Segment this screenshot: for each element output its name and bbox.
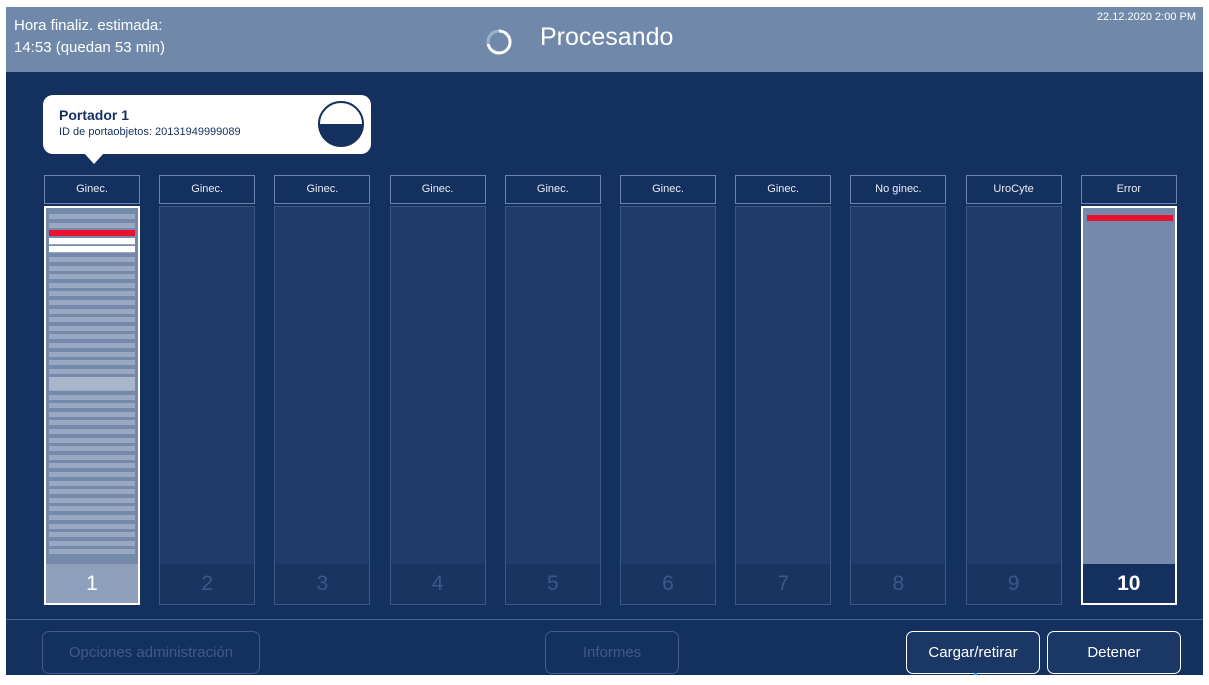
fill-level-icon	[318, 101, 364, 147]
admin-options-button[interactable]: Opciones administración	[42, 631, 260, 674]
carrier-5[interactable]: Ginec. 5	[504, 175, 601, 605]
carrier-10[interactable]: Error 10	[1080, 175, 1177, 605]
slide-processed	[49, 246, 135, 252]
carrier-type-label: Ginec.	[159, 175, 256, 204]
carrier-7[interactable]: Ginec. 7	[735, 175, 832, 605]
carrier-slots	[735, 206, 832, 564]
slide-slot	[49, 463, 135, 469]
slide-slot	[49, 403, 135, 409]
divider	[6, 619, 1203, 620]
carrier-type-label: Ginec.	[504, 175, 601, 204]
slide-slot	[49, 437, 135, 443]
carrier-number: 5	[504, 564, 601, 605]
load-unload-button[interactable]: Cargar/retirar	[906, 631, 1040, 674]
slide-slot	[49, 291, 135, 297]
slide-slot	[49, 515, 135, 520]
carrier-number: 3	[274, 564, 371, 605]
error-slide-strip	[1086, 215, 1173, 221]
slide-slot	[49, 532, 135, 538]
carrier-number: 4	[389, 564, 486, 605]
carrier-slots	[620, 206, 716, 564]
carrier-slots	[965, 206, 1062, 564]
carrier-3[interactable]: Ginec. 3	[274, 175, 371, 605]
reports-button[interactable]: Informes	[545, 631, 679, 674]
carrier-slots	[389, 206, 486, 564]
slide-slot	[49, 472, 135, 477]
carrier-type-label: Ginec.	[735, 175, 832, 204]
slide-slot	[49, 394, 135, 400]
carrier-8[interactable]: No ginec. 8	[850, 175, 947, 605]
carrier-slots	[850, 206, 947, 564]
slide-slot	[49, 274, 135, 280]
slide-id-text: ID de portaobjetos: 20131949999089	[59, 126, 241, 138]
carrier-type-label: Ginec.	[44, 175, 140, 204]
carrier-number: 8	[850, 564, 947, 605]
slide-slot	[49, 343, 135, 348]
carrier-slots	[44, 206, 140, 564]
estimated-finish-value: 14:53 (quedan 53 min)	[14, 39, 165, 56]
carrier-2[interactable]: Ginec. 2	[159, 175, 256, 605]
slide-slot	[49, 360, 135, 366]
slide-slot	[49, 317, 135, 323]
slide-slot	[49, 334, 135, 340]
slide-slot	[49, 222, 135, 228]
slide-slot	[49, 368, 135, 374]
carrier-6[interactable]: Ginec. 6	[620, 175, 716, 605]
slide-slot	[49, 480, 135, 486]
slide-slot	[49, 214, 135, 219]
slide-slot	[49, 257, 135, 262]
carrier-type-label: No ginec.	[850, 175, 947, 204]
slide-slot	[49, 540, 135, 546]
slide-slot	[49, 325, 135, 331]
datetime-display: 22.12.2020 2:00 PM	[1096, 11, 1196, 23]
carrier-number: 10	[1080, 564, 1177, 605]
app-screen: Hora finaliz. estimada: 14:53 (quedan 53…	[6, 7, 1203, 675]
carrier-1[interactable]: Ginec. 1	[44, 175, 140, 605]
slide-highlight	[49, 377, 135, 390]
page-title: Procesando	[540, 23, 674, 51]
slide-slot	[49, 454, 135, 460]
status-bar: Hora finaliz. estimada: 14:53 (quedan 53…	[6, 7, 1203, 72]
slide-slot	[49, 489, 135, 495]
carrier-number: 7	[735, 564, 832, 605]
carrier-4[interactable]: Ginec. 4	[389, 175, 486, 605]
slide-slot	[49, 282, 135, 288]
carrier-info-popup: Portador 1 ID de portaobjetos: 201319499…	[43, 95, 371, 164]
carrier-9[interactable]: UroCyte 9	[965, 175, 1062, 605]
slide-slot	[49, 549, 135, 555]
slide-slot	[49, 420, 135, 426]
slide-slot	[49, 497, 135, 503]
slide-slot	[49, 429, 135, 434]
carrier-slots	[1080, 206, 1177, 564]
carrier-number: 2	[159, 564, 256, 605]
slide-error	[49, 230, 135, 236]
carrier-slots	[159, 206, 256, 564]
slide-slot	[49, 446, 135, 452]
carrier-number: 9	[965, 564, 1062, 605]
estimated-finish-label: Hora finaliz. estimada:	[14, 17, 163, 34]
stop-button[interactable]: Detener	[1047, 631, 1181, 674]
slide-slot	[49, 308, 135, 314]
slide-slot	[49, 351, 135, 357]
slide-slot	[49, 411, 135, 417]
carrier-type-label: Ginec.	[620, 175, 716, 204]
popup-title: Portador 1	[59, 107, 130, 123]
popup-pointer	[84, 153, 104, 164]
carrier-type-label: UroCyte	[965, 175, 1062, 204]
slide-slot	[49, 300, 135, 305]
spinner-icon	[486, 29, 512, 55]
slide-slot	[49, 506, 135, 512]
carrier-number: 6	[620, 564, 716, 605]
slide-slot	[49, 523, 135, 529]
carrier-type-label: Ginec.	[274, 175, 371, 204]
carrier-slots	[274, 206, 371, 564]
carrier-type-label: Error	[1080, 175, 1177, 204]
slide-processed	[49, 238, 135, 244]
carrier-slots	[504, 206, 601, 564]
slide-slot	[49, 265, 135, 271]
carrier-number: 1	[44, 564, 140, 605]
carrier-type-label: Ginec.	[389, 175, 486, 204]
cursor-indicator	[974, 673, 977, 675]
